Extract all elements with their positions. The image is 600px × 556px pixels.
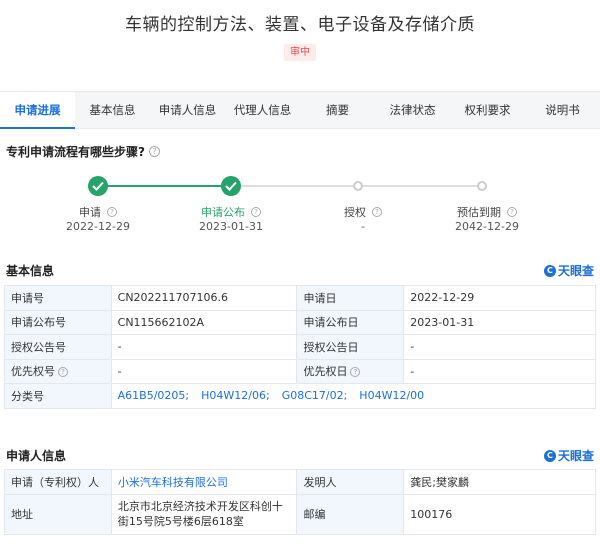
classification-link[interactable]: H04W12/06; — [201, 389, 270, 402]
status-badge: 审中 — [284, 44, 316, 61]
step-label-text: 预估到期 — [457, 206, 501, 219]
classification-list: A61B5/0205; H04W12/06; G08C17/02; H04W12/00 — [110, 383, 597, 409]
field-value: CN202211707106.6 — [110, 285, 298, 311]
tab-abstract[interactable]: 摘要 — [300, 92, 375, 128]
step-date-publish: 2023-01-31 — [199, 220, 263, 233]
help-icon[interactable]: ? — [251, 207, 261, 217]
table-row: 申请公布号 CN115662102A 申请公布日 2023-01-31 — [4, 309, 596, 335]
field-label: 分类号 — [4, 383, 112, 409]
field-label: 优先权号? — [4, 358, 112, 384]
applicant-link[interactable]: 小米汽车科技有限公司 — [118, 476, 228, 489]
table-row: 授权公告号 - 授权公告日 - — [4, 334, 596, 360]
field-value: 龚民;樊家麟 — [403, 469, 596, 495]
classification-link[interactable]: G08C17/02; — [282, 389, 348, 402]
progress-line-done — [98, 185, 231, 187]
field-value: - — [403, 358, 596, 384]
pending-dot — [477, 181, 487, 191]
brand-name: 天眼查 — [557, 449, 594, 463]
field-value: 2022-12-29 — [403, 285, 596, 311]
applicant-info-table: 申请（专利权）人 小米汽车科技有限公司 发明人 龚民;樊家麟 地址 北京市北京经… — [4, 469, 596, 535]
tab-legal-status[interactable]: 法律状态 — [375, 92, 450, 128]
tab-progress[interactable]: 申请进展 — [0, 92, 75, 129]
brand-name: 天眼查 — [557, 264, 594, 278]
pending-dot — [353, 181, 363, 191]
step-label-publish: 申请公布? — [181, 204, 281, 220]
help-icon[interactable]: ? — [58, 367, 68, 378]
step-label-text: 申请公布 — [201, 206, 245, 219]
field-value: 2023-01-31 — [403, 309, 596, 335]
tab-agent-info[interactable]: 代理人信息 — [225, 92, 300, 128]
field-label: 发明人 — [296, 469, 405, 495]
brand-logo[interactable]: C 天眼查 — [543, 262, 594, 279]
table-row: 地址 北京市北京经济技术开发区科创十街15号院5号楼6层618室 邮编 1001… — [4, 493, 596, 535]
help-icon[interactable]: ? — [350, 367, 361, 378]
table-row: 申请号 CN202211707106.6 申请日 2022-12-29 — [4, 285, 596, 311]
field-label: 申请日 — [296, 285, 405, 311]
basic-info-table: 申请号 CN202211707106.6 申请日 2022-12-29 申请公布… — [4, 285, 597, 409]
field-label: 授权公告日 — [296, 334, 405, 360]
basic-info-title: 基本信息 — [6, 264, 55, 278]
table-row: 申请（专利权）人 小米汽车科技有限公司 发明人 龚民;樊家麟 — [4, 469, 596, 495]
tianyancha-logo-icon: C — [543, 264, 556, 277]
brand-logo[interactable]: C 天眼查 — [543, 447, 594, 464]
step-label-text: 申请 — [79, 206, 101, 219]
field-label: 申请号 — [4, 285, 112, 311]
step-label-expiry: 预估到期? — [437, 204, 537, 220]
field-value: - — [110, 358, 298, 384]
help-icon[interactable]: ? — [148, 146, 160, 157]
classification-link[interactable]: H04W12/00 — [359, 389, 424, 402]
step-label-text: 授权 — [344, 206, 366, 219]
field-label: 优先权日? — [296, 358, 405, 384]
classification-link[interactable]: A61B5/0205; — [118, 389, 189, 402]
tab-basic-info[interactable]: 基本信息 — [75, 92, 150, 128]
field-label: 授权公告号 — [4, 334, 112, 360]
tab-bar: 申请进展 基本信息 申请人信息 代理人信息 摘要 法律状态 权利要求 说明书 — [0, 91, 600, 129]
help-icon[interactable]: ? — [507, 207, 517, 217]
process-question-text: 专利申请流程有哪些步骤? — [6, 145, 145, 159]
tab-description[interactable]: 说明书 — [525, 92, 600, 128]
patent-title: 车辆的控制方法、装置、电子设备及存储介质 — [125, 15, 475, 35]
field-label: 地址 — [4, 493, 112, 535]
field-value: 100176 — [403, 493, 596, 535]
table-row: 分类号 A61B5/0205; H04W12/06; G08C17/02; H04W1… — [4, 383, 597, 409]
field-label: 申请公布号 — [4, 309, 112, 335]
check-icon — [88, 176, 108, 196]
process-question[interactable]: 专利申请流程有哪些步骤? ? — [6, 143, 160, 160]
field-label-text: 优先权号 — [11, 365, 55, 379]
applicant-info-title: 申请人信息 — [6, 449, 67, 463]
field-label: 申请（专利权）人 — [4, 469, 112, 495]
table-row: 优先权号? - 优先权日? - — [4, 358, 596, 384]
field-value: 北京市北京经济技术开发区科创十街15号院5号楼6层618室 — [110, 493, 298, 535]
field-value: CN115662102A — [110, 309, 298, 335]
field-label-text: 优先权日 — [303, 365, 348, 379]
check-icon — [221, 176, 241, 196]
help-icon[interactable]: ? — [372, 207, 382, 217]
step-date-expiry: 2042-12-29 — [455, 220, 519, 233]
step-label-apply: 申请? — [48, 204, 148, 220]
field-value: 小米汽车科技有限公司 — [110, 469, 298, 495]
help-icon[interactable]: ? — [107, 207, 117, 217]
tab-claims[interactable]: 权利要求 — [450, 92, 525, 128]
tianyancha-logo-icon: C — [543, 449, 556, 462]
step-label-grant: 授权? — [313, 204, 413, 220]
field-value: - — [403, 334, 596, 360]
step-date-grant: - — [361, 220, 365, 233]
step-date-apply: 2022-12-29 — [66, 220, 130, 233]
field-label: 邮编 — [296, 493, 405, 535]
process-steps: 申请? 2022-12-29 申请公布? 2023-01-31 授权? - 预估… — [0, 174, 600, 234]
field-label: 申请公布日 — [296, 309, 405, 335]
field-value: - — [110, 334, 298, 360]
tab-applicant-info[interactable]: 申请人信息 — [150, 92, 225, 128]
